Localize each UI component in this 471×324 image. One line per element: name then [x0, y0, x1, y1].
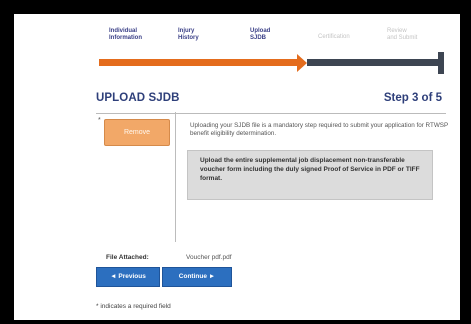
previous-button[interactable]: ◄ Previous [96, 267, 160, 287]
required-field-note: * indicates a required field [96, 303, 171, 310]
progress-track-completed [99, 59, 299, 66]
upload-instructions: Upload the entire supplemental job displ… [200, 157, 420, 182]
section-header: UPLOAD SJDB Step 3 of 5 [96, 91, 446, 114]
application-frame: Individual Information Injury History Up… [14, 14, 460, 320]
progress-track-end [438, 52, 444, 74]
remove-button[interactable]: Remove [104, 119, 170, 146]
progress-track-remaining [307, 59, 441, 66]
continue-button[interactable]: Continue ► [162, 267, 232, 287]
file-attached-name[interactable]: Voucher pdf.pdf [186, 254, 232, 261]
step-indicator: Step 3 of 5 [383, 92, 442, 104]
step-certification: Certification [318, 34, 350, 40]
vertical-divider [175, 112, 176, 242]
step-injury-history[interactable]: Injury History [178, 28, 199, 42]
progress-stepper: Individual Information Injury History Up… [14, 14, 460, 88]
required-marker: * [98, 117, 101, 124]
step-review-and-submit: Review and Submit [387, 28, 418, 41]
step-individual-information[interactable]: Individual Information [109, 28, 142, 42]
page-title: UPLOAD SJDB [96, 92, 180, 104]
instructions-box: Upload the entire supplemental job displ… [187, 150, 433, 200]
step-upload-sjdb[interactable]: Upload SJDB [250, 28, 270, 42]
upload-description: Uploading your SJDB file is a mandatory … [190, 122, 449, 137]
progress-arrow-icon [297, 54, 307, 72]
file-attached-label: File Attached: [106, 254, 149, 261]
